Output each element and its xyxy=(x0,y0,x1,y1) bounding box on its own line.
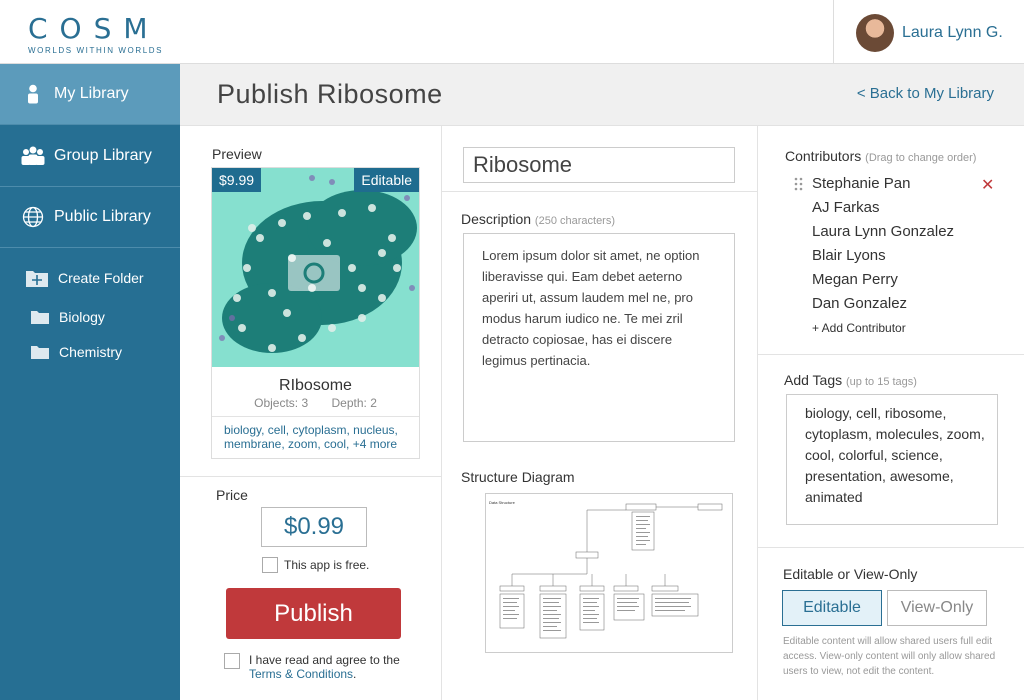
name-field[interactable]: Ribosome xyxy=(463,147,735,183)
folder-label: Chemistry xyxy=(59,344,123,360)
avatar[interactable] xyxy=(856,14,894,52)
publish-button[interactable]: Publish xyxy=(226,588,401,639)
structure-label: Structure Diagram xyxy=(461,469,575,485)
view-only-toggle-button[interactable]: View-Only xyxy=(887,590,987,626)
access-label: Editable or View-Only xyxy=(783,566,918,582)
folder-label: Biology xyxy=(59,309,105,325)
contributors-hint: (Drag to change order) xyxy=(865,152,977,164)
contributor-item[interactable]: Stephanie Pan xyxy=(812,175,910,192)
price-tag: $9.99 xyxy=(212,168,262,192)
editable-toggle-button[interactable]: Editable xyxy=(782,590,882,626)
sidebar-item-public-library[interactable]: Public Library xyxy=(0,187,180,248)
preview-image[interactable]: $9.99 Editable xyxy=(212,168,419,367)
tags-title: Add Tags xyxy=(784,372,843,388)
agree-text: I have read and agree to the Terms & Con… xyxy=(249,653,400,681)
contributor-item[interactable]: Blair Lyons xyxy=(812,247,886,264)
editable-tag: Editable xyxy=(354,168,419,192)
section-divider xyxy=(442,191,757,192)
sidebar-item-label: Group Library xyxy=(54,147,152,164)
depth-count: Depth: 2 xyxy=(331,396,377,410)
access-note: Editable content will allow shared users… xyxy=(783,636,996,677)
section-divider xyxy=(180,476,441,477)
page-title: Publish Ribosome xyxy=(217,79,443,109)
structure-diagram-image: Data Structure xyxy=(489,500,723,639)
folder-item-biology[interactable]: Biology xyxy=(0,302,180,332)
terms-link[interactable]: Terms & Conditions xyxy=(249,667,353,681)
tags-field[interactable]: biology, cell, ribosome, cytoplasm, mole… xyxy=(786,394,998,525)
description-label: Description (250 characters) xyxy=(461,211,615,227)
section-divider xyxy=(758,547,1024,548)
contributors-title: Contributors xyxy=(785,148,862,164)
terms-end: . xyxy=(353,667,357,681)
preview-label: Preview xyxy=(212,146,262,162)
column-divider xyxy=(757,126,758,700)
user-name[interactable]: Laura Lynn G. xyxy=(902,24,1003,42)
structure-diagram[interactable]: Data Structure xyxy=(485,493,733,653)
column-divider xyxy=(441,126,442,700)
remove-contributor-icon[interactable]: ✕ xyxy=(981,175,994,195)
folder-item-chemistry[interactable]: Chemistry xyxy=(0,337,180,367)
preview-meta: Objects: 3 Depth: 2 xyxy=(212,396,419,410)
add-folder-icon xyxy=(25,268,49,288)
more-tags-link[interactable]: +4 more xyxy=(353,437,397,451)
folder-icon xyxy=(30,309,50,325)
person-icon xyxy=(20,84,46,104)
sidebar: My Library Group Library Public Library … xyxy=(0,64,180,700)
camera-icon[interactable] xyxy=(288,255,340,291)
top-header: COSM WORLDS WITHIN WORLDS Laura Lynn G. xyxy=(0,0,1024,64)
sidebar-item-group-library[interactable]: Group Library xyxy=(0,126,180,187)
free-label: This app is free. xyxy=(284,558,370,572)
agree-label: I have read and agree to the xyxy=(249,653,400,667)
sidebar-item-label: My Library xyxy=(54,85,129,102)
tags-label: Add Tags (up to 15 tags) xyxy=(784,372,917,388)
description-title: Description xyxy=(461,211,532,227)
title-bar: Publish Ribosome < Back to My Library xyxy=(180,64,1024,126)
folder-icon xyxy=(30,344,50,360)
contributor-item[interactable]: Dan Gonzalez xyxy=(812,295,907,312)
agree-checkbox[interactable] xyxy=(224,653,240,669)
contributor-item[interactable]: Laura Lynn Gonzalez xyxy=(812,223,954,240)
section-divider xyxy=(758,354,1024,355)
globe-icon xyxy=(20,206,46,228)
preview-name: RIbosome xyxy=(279,377,352,394)
tags-line: membrane, zoom, cool, xyxy=(224,437,350,451)
contributor-item[interactable]: AJ Farkas xyxy=(812,199,880,216)
price-input[interactable]: $0.99 xyxy=(261,507,367,547)
sidebar-item-my-library[interactable]: My Library xyxy=(0,64,180,125)
price-label: Price xyxy=(216,487,248,503)
cosm-logo[interactable]: COSM WORLDS WITHIN WORLDS xyxy=(28,12,164,56)
contributors-label: Contributors (Drag to change order) xyxy=(785,148,976,164)
group-icon xyxy=(20,146,46,166)
tags-hint: (up to 15 tags) xyxy=(846,376,917,388)
preview-tags: biology, cell, cytoplasm, nucleus, membr… xyxy=(212,416,419,451)
create-folder-button[interactable]: Create Folder xyxy=(0,263,180,293)
logo-wordmark: COSM xyxy=(28,12,160,45)
diagram-caption: Data Structure xyxy=(489,500,516,505)
objects-count: Objects: 3 xyxy=(254,396,309,410)
free-checkbox[interactable] xyxy=(262,557,278,573)
back-to-library-link[interactable]: < Back to My Library xyxy=(857,85,994,102)
description-field[interactable]: Lorem ipsum dolor sit amet, ne option li… xyxy=(463,233,735,442)
description-hint: (250 characters) xyxy=(534,215,616,227)
user-menu[interactable]: Laura Lynn G. xyxy=(833,0,1024,64)
create-folder-label: Create Folder xyxy=(58,270,144,286)
logo-tagline: WORLDS WITHIN WORLDS xyxy=(28,46,164,55)
preview-card: $9.99 Editable RIbosome Objects: 3 Depth… xyxy=(211,167,420,459)
add-contributor-link[interactable]: + Add Contributor xyxy=(812,321,906,335)
tags-line: biology, cell, cytoplasm, nucleus, xyxy=(224,423,398,437)
contributor-item[interactable]: Megan Perry xyxy=(812,271,898,288)
drag-handle-icon[interactable] xyxy=(794,177,804,191)
sidebar-item-label: Public Library xyxy=(54,208,151,225)
